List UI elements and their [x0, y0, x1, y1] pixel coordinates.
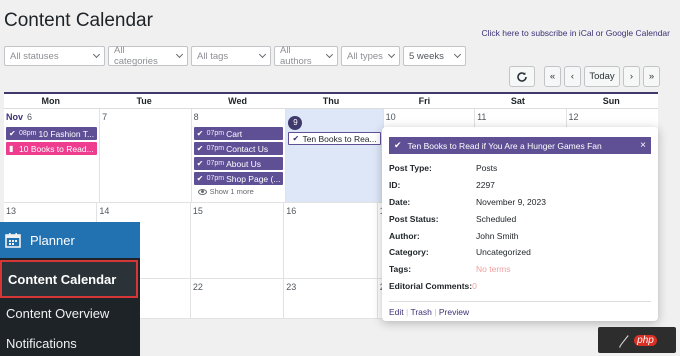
calendar-day[interactable]: 22: [191, 279, 285, 318]
post-details: Post Type: Posts ID: 2297 Date: November 9,…: [382, 160, 658, 294]
weekday-label: Sun: [602, 96, 620, 106]
watermark-badge: 〳 php: [598, 327, 676, 353]
admin-sidebar: Planner Content Calendar Content Overvie…: [0, 222, 140, 356]
calendar-day[interactable]: 15: [191, 203, 285, 278]
category-filter[interactable]: All categories: [108, 45, 188, 67]
eye-icon: [197, 188, 207, 195]
calendar-icon: [5, 233, 21, 248]
check-icon: ✔: [196, 144, 204, 153]
chevron-down-icon: [258, 50, 267, 59]
tag-filter[interactable]: All tags: [191, 46, 271, 66]
day-number: 8: [193, 112, 199, 122]
chevron-down-icon: [326, 51, 334, 58]
calendar-event[interactable]: ✔ 07pm About Us: [193, 157, 284, 170]
chevron-down-icon: [175, 50, 184, 59]
detail-row: Tags: No terms: [389, 264, 511, 275]
status-filter[interactable]: All statuses: [4, 46, 105, 66]
popover-title: Ten Books to Read if You Are a Hunger Ga…: [407, 140, 602, 151]
day-number: 14: [99, 206, 110, 216]
detail-row: Post Status: Scheduled: [389, 213, 517, 224]
edit-link[interactable]: Edit: [389, 307, 404, 317]
next-button[interactable]: ›: [623, 66, 640, 87]
day-number: 13: [6, 206, 17, 216]
prev-button[interactable]: ‹: [564, 66, 581, 87]
day-number: 12: [568, 112, 579, 122]
day-number: 11: [477, 112, 487, 122]
today-button[interactable]: Today: [584, 66, 620, 87]
day-number: 10: [385, 112, 396, 122]
calendar-day[interactable]: 23: [284, 279, 378, 318]
weekday-label: Tue: [136, 96, 152, 106]
detail-row: Post Type: Posts: [389, 163, 498, 174]
refresh-icon: [517, 71, 527, 82]
author-filter[interactable]: All authors: [274, 45, 338, 67]
detail-row: Category: Uncategorized: [389, 247, 531, 258]
check-icon: ✔: [196, 159, 204, 168]
detail-row: ID: 2297: [389, 180, 495, 191]
day-number: 15: [192, 206, 203, 216]
popover-header: ✔ Ten Books to Read if You Are a Hunger …: [389, 137, 651, 154]
day-number: 9: [288, 115, 303, 130]
chevron-down-icon: [92, 50, 101, 59]
sidebar-item-content-overview[interactable]: Content Overview: [0, 298, 140, 328]
calendar-event[interactable]: ✔ 07pm Contact Us: [193, 142, 284, 155]
calendar-day[interactable]: 9 ✔ Ten Books to Rea...: [286, 109, 384, 202]
first-page-button[interactable]: «: [544, 66, 561, 87]
preview-link[interactable]: Preview: [439, 307, 469, 317]
calendar-day[interactable]: 16: [284, 203, 378, 278]
trash-link[interactable]: Trash: [410, 307, 431, 317]
logo-mark: 〳: [617, 334, 631, 350]
detail-row: Editorial Comments: 0: [389, 280, 477, 291]
sidebar-item-notifications[interactable]: Notifications: [0, 328, 140, 356]
show-more-link[interactable]: Show 1 more: [194, 187, 284, 196]
calendar-event[interactable]: ▮ 10 Books to Read...: [6, 142, 98, 155]
weekday-label: Sat: [510, 96, 525, 106]
detail-row: Author: John Smith: [389, 230, 519, 241]
calendar-day[interactable]: 7: [100, 109, 192, 202]
weekday-label: Fri: [418, 96, 431, 106]
day-number: 22: [192, 282, 203, 292]
watermark-text: php: [634, 334, 657, 346]
weekday-header: Mon Tue Wed Thu Fri Sat Sun: [4, 94, 658, 109]
weeks-filter[interactable]: 5 weeks: [403, 46, 466, 66]
close-icon[interactable]: ×: [640, 140, 646, 151]
weekday-label: Thu: [322, 96, 340, 106]
page-title: Content Calendar: [4, 10, 153, 31]
calendar-event[interactable]: ✔ 07pm Cart: [193, 127, 284, 140]
refresh-button[interactable]: [509, 66, 535, 87]
detail-row: Date: November 9, 2023: [389, 196, 546, 207]
check-icon: ✔: [9, 129, 16, 138]
check-icon: ✔: [196, 129, 204, 138]
chevron-down-icon: [387, 50, 396, 59]
sidebar-header-planner[interactable]: Planner: [0, 222, 140, 258]
calendar-day[interactable]: Nov 6 ✔ 08pm 10 Fashion T... ▮ 10 Books to R…: [4, 109, 101, 202]
chevron-down-icon: [453, 50, 462, 59]
type-filter[interactable]: All types: [341, 46, 400, 66]
calendar-event[interactable]: ✔ 08pm 10 Fashion T...: [6, 127, 98, 140]
calendar-day[interactable]: 8 ✔ 07pm Cart ✔ 07pm Contact Us ✔ 07pm About U…: [192, 109, 287, 202]
check-icon: ✔: [292, 134, 300, 143]
calendar-event[interactable]: ✔ Ten Books to Rea...: [288, 132, 381, 145]
subscribe-link[interactable]: Click here to subscribe in iCal or Googl…: [481, 28, 670, 38]
day-number: 16: [286, 206, 297, 216]
sidebar-item-content-calendar[interactable]: Content Calendar: [0, 260, 138, 298]
weekday-label: Wed: [228, 96, 247, 106]
check-icon: ✔: [394, 140, 402, 150]
calendar-event[interactable]: ✔ 07pm Shop Page (...: [193, 172, 284, 185]
event-popover: ✔ Ten Books to Read if You Are a Hunger …: [382, 127, 658, 321]
check-icon: ✔: [196, 174, 204, 183]
popover-actions: Edit | Trash | Preview: [389, 307, 470, 318]
calendar-nav: « ‹ Today › »: [506, 66, 660, 87]
document-icon: ▮: [9, 144, 14, 153]
day-number: Nov 6: [6, 112, 33, 122]
filter-bar: All statuses All categories All tags All…: [4, 45, 466, 67]
day-number: 23: [286, 282, 297, 292]
weekday-label: Mon: [41, 96, 60, 106]
last-page-button[interactable]: »: [643, 66, 660, 87]
day-number: 7: [102, 112, 108, 122]
